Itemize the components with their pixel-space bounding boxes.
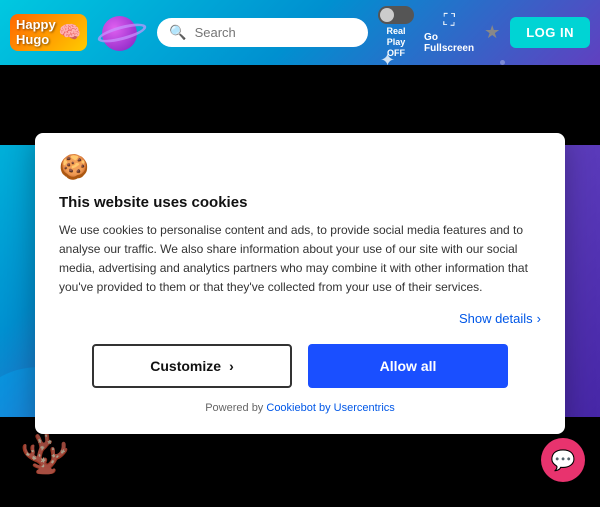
search-input[interactable] <box>195 25 356 40</box>
customize-button[interactable]: Customize › <box>92 344 292 388</box>
chat-icon: 💬 <box>551 448 576 473</box>
cookie-title: This website uses cookies <box>59 194 541 211</box>
favorite-icon[interactable]: ★ <box>484 22 500 43</box>
fullscreen-button[interactable]: ⛶ GoFullscreen <box>424 12 474 54</box>
chat-button[interactable]: 💬 <box>541 438 585 482</box>
login-button[interactable]: LOG IN <box>510 17 590 48</box>
cookie-logo-icon: 🍪 <box>59 154 89 181</box>
logo-brain-icon: 🧠 <box>59 22 81 43</box>
search-icon: 🔍 <box>169 24 186 41</box>
logo-text: Happy Hugo <box>16 18 56 47</box>
show-details-link[interactable]: Show details <box>459 311 533 326</box>
cookiebot-link[interactable]: Cookiebot by Usercentrics <box>266 402 394 414</box>
header: Happy Hugo 🧠 🔍 Real Play OFF ⛶ GoFullscr… <box>0 0 600 65</box>
fullscreen-icon: ⛶ <box>443 12 454 30</box>
cookie-body-text: We use cookies to personalise content an… <box>59 221 541 298</box>
cookie-modal: 🍪 This website uses cookies We use cooki… <box>35 133 565 435</box>
real-play-toggle-area: Real Play OFF <box>378 6 414 58</box>
cookie-powered-by: Powered by Cookiebot by Usercentrics <box>59 402 541 414</box>
fullscreen-label: GoFullscreen <box>424 32 474 54</box>
search-bar[interactable]: 🔍 <box>157 18 368 47</box>
logo: Happy Hugo 🧠 <box>10 14 87 51</box>
toggle-label: Real Play OFF <box>387 26 406 58</box>
allow-all-button[interactable]: Allow all <box>308 344 508 388</box>
planet-decoration <box>97 8 147 58</box>
cookie-buttons: Customize › Allow all <box>59 344 541 388</box>
cookie-overlay: 🍪 This website uses cookies We use cooki… <box>0 60 600 507</box>
toggle-knob <box>380 8 394 22</box>
show-details-area: Show details › <box>59 311 541 326</box>
cookie-brand-logo: 🍪 <box>59 153 541 182</box>
real-play-toggle[interactable] <box>378 6 414 24</box>
customize-chevron-icon: › <box>229 358 234 374</box>
chevron-right-icon: › <box>537 311 541 326</box>
